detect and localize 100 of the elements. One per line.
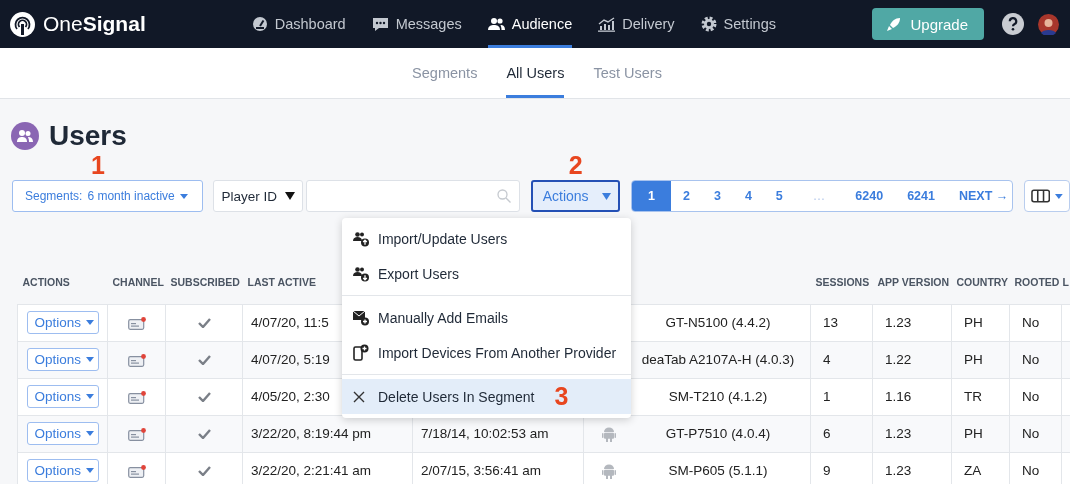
column-header: SUBSCRIBED bbox=[170, 276, 240, 288]
column-header: APP VERSION bbox=[877, 276, 950, 288]
caret-icon bbox=[86, 394, 95, 399]
search-icon bbox=[496, 189, 511, 203]
page-title: Users bbox=[49, 120, 127, 152]
caret-icon bbox=[179, 193, 188, 199]
table-cell: No bbox=[1022, 463, 1040, 478]
nav-tab[interactable]: Messages bbox=[371, 0, 462, 48]
table-cell-text: deaTab A2107A-H (4.0.3) bbox=[640, 352, 796, 367]
next-page-link[interactable]: NEXT → bbox=[946, 181, 1012, 211]
options-button[interactable]: Options bbox=[26, 385, 99, 408]
logo-icon bbox=[10, 11, 35, 37]
table-cell: 2/07/15, 3:56:41 am bbox=[421, 463, 542, 478]
filter-select[interactable]: Player ID bbox=[213, 180, 303, 212]
table-cell: 1 bbox=[823, 389, 831, 404]
table-cell: 9 bbox=[823, 463, 831, 478]
columns-icon bbox=[1031, 189, 1051, 203]
table-cell: 1.23 bbox=[885, 426, 912, 441]
logo-text: OneSignal bbox=[43, 12, 146, 36]
column-header: SESSIONS bbox=[815, 276, 870, 288]
page-link[interactable]: 4 bbox=[732, 181, 764, 211]
check-icon bbox=[197, 355, 211, 366]
table-cell: PH bbox=[964, 426, 983, 441]
android-icon bbox=[602, 462, 616, 479]
upgrade-button[interactable]: Upgrade bbox=[872, 8, 984, 40]
page-link[interactable]: 3 bbox=[701, 181, 733, 211]
caret-icon bbox=[86, 468, 95, 473]
options-button[interactable]: Options bbox=[26, 348, 99, 371]
caret-icon bbox=[1055, 193, 1063, 199]
chat-icon bbox=[371, 16, 389, 32]
envelope-plus-icon bbox=[353, 309, 369, 326]
table-cell: No bbox=[1022, 315, 1040, 330]
help-icon[interactable] bbox=[1002, 13, 1024, 35]
menu-item[interactable]: Export Users bbox=[342, 256, 631, 291]
table-cell: No bbox=[1022, 426, 1040, 441]
chart-icon bbox=[598, 16, 616, 32]
channel-card-icon bbox=[127, 353, 146, 367]
table-cell: 3/22/20, 8:19:44 pm bbox=[251, 426, 372, 441]
menu-item[interactable]: Import Devices From Another Provider bbox=[342, 335, 631, 370]
options-button[interactable]: Options bbox=[26, 459, 99, 482]
channel-card-icon bbox=[127, 316, 146, 330]
phone-plus-icon bbox=[353, 344, 369, 361]
table-cell: 13 bbox=[823, 315, 839, 330]
page-link[interactable]: 2 bbox=[671, 181, 702, 211]
options-button[interactable]: Options bbox=[26, 422, 99, 445]
table-cell: No bbox=[1022, 389, 1040, 404]
columns-button[interactable] bbox=[1024, 180, 1070, 212]
annotation-number: 2 bbox=[568, 153, 583, 178]
sub-tab[interactable]: Segments bbox=[412, 48, 478, 98]
menu-item[interactable]: Import/Update Users bbox=[342, 221, 631, 256]
check-icon bbox=[197, 318, 211, 329]
caret-icon bbox=[86, 357, 95, 362]
table-cell: 7/18/14, 10:02:53 am bbox=[421, 426, 549, 441]
rocket-icon bbox=[886, 16, 902, 32]
nav-tab[interactable]: Settings bbox=[700, 0, 776, 48]
caret-icon bbox=[601, 192, 611, 200]
users-download-icon bbox=[353, 265, 369, 282]
table-cell: 4 bbox=[823, 352, 831, 367]
table-cell: 4/07/20, 5:19 bbox=[251, 352, 330, 367]
table-cell: 4/05/20, 2:30 bbox=[251, 389, 330, 404]
table-cell-text: SM-T210 (4.1.2) bbox=[667, 389, 769, 404]
column-header: COUNTRY bbox=[956, 276, 1009, 288]
menu-item[interactable]: Delete Users In Segment 3 bbox=[342, 379, 631, 414]
table-cell-text: SM-P605 (5.1.1) bbox=[667, 463, 769, 478]
table-cell: 1.22 bbox=[885, 352, 912, 367]
page-link[interactable]: 6241 bbox=[895, 181, 947, 211]
table-cell: PH bbox=[964, 352, 983, 367]
menu-item[interactable]: Manually Add Emails bbox=[342, 300, 631, 335]
gauge-icon bbox=[251, 16, 268, 32]
caret-icon bbox=[86, 320, 95, 325]
column-header: ACTIONS bbox=[22, 276, 70, 288]
table-cell: 1.23 bbox=[885, 315, 912, 330]
table-cell-text: GT-P7510 (4.0.4) bbox=[664, 426, 772, 441]
check-icon bbox=[197, 429, 211, 440]
search-field[interactable] bbox=[305, 180, 520, 212]
x-icon bbox=[353, 390, 365, 403]
avatar-icon[interactable] bbox=[1038, 13, 1059, 35]
sub-tab[interactable]: Test Users bbox=[593, 48, 662, 98]
options-button[interactable]: Options bbox=[26, 311, 99, 334]
table-cell: TR bbox=[964, 389, 982, 404]
table-cell: 6 bbox=[823, 426, 831, 441]
nav-tab[interactable]: Delivery bbox=[598, 0, 675, 48]
table-cell: PH bbox=[964, 315, 983, 330]
table-cell: 1.23 bbox=[885, 463, 912, 478]
users-icon bbox=[11, 122, 39, 150]
channel-card-icon bbox=[127, 390, 146, 404]
page-link[interactable]: 5 bbox=[763, 181, 795, 211]
page-link[interactable]: 6240 bbox=[843, 181, 896, 211]
column-header: LAST ACTIVE bbox=[247, 276, 316, 288]
annotation-number: 1 bbox=[91, 153, 105, 178]
annotation-number: 3 bbox=[554, 382, 569, 411]
caret-icon bbox=[284, 192, 295, 200]
table-cell: 3/22/20, 2:21:41 am bbox=[251, 463, 372, 478]
page-link[interactable]: 1 bbox=[632, 181, 671, 211]
channel-card-icon bbox=[127, 464, 146, 478]
column-header: L bbox=[1062, 276, 1069, 288]
caret-icon bbox=[86, 431, 95, 436]
nav-tab[interactable]: Dashboard bbox=[251, 0, 346, 48]
table-cell: 4/07/20, 11:5 bbox=[251, 315, 329, 330]
users-upload-icon bbox=[353, 230, 369, 247]
